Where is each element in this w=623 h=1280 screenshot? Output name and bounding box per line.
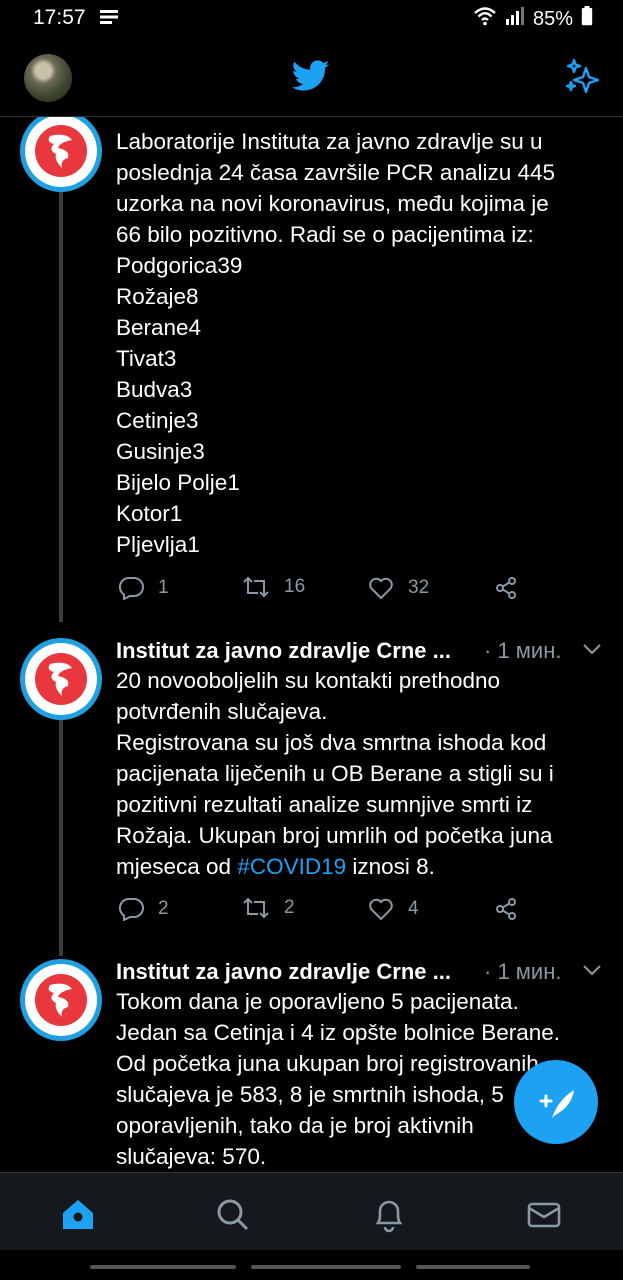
- retweet-count: 16: [284, 576, 306, 597]
- twitter-bird-icon[interactable]: [291, 60, 330, 97]
- retweet-button[interactable]: 16: [242, 576, 305, 598]
- messages-icon[interactable]: [524, 1195, 564, 1235]
- gesture-pill[interactable]: [251, 1265, 401, 1269]
- tweet-text-fragment: mjeseca od: [116, 854, 238, 879]
- tweet-line: 66 bilo pozitivno. Radi se o pacijentima…: [116, 222, 534, 247]
- tweet-header: Institut za javno zdravlje Crne ...: [116, 959, 451, 985]
- gesture-pill[interactable]: [416, 1265, 530, 1269]
- tweet-line: Registrovana su još dva smrtna ishoda ko…: [116, 730, 547, 755]
- reply-count: 1: [158, 577, 169, 598]
- tweet-actions: 2 2 4: [116, 897, 536, 927]
- author-avatar[interactable]: [20, 110, 102, 192]
- retweet-button[interactable]: 2: [242, 897, 295, 919]
- notification-icon: [100, 10, 118, 29]
- tweet-header: Institut za javno zdravlje Crne ...: [116, 638, 451, 664]
- hashtag-link[interactable]: #COVID19: [237, 854, 346, 879]
- thread-line: [59, 192, 63, 622]
- tweet-text: Laboratorije Instituta za javno zdravlje…: [116, 126, 601, 560]
- retweet-count: 2: [284, 897, 295, 918]
- reply-button[interactable]: 1: [118, 576, 169, 600]
- notifications-icon[interactable]: [369, 1195, 409, 1235]
- tweet-line: Kotor1: [116, 501, 183, 526]
- wifi-icon: [473, 6, 497, 32]
- chevron-down-icon[interactable]: [582, 642, 602, 661]
- tweet-text-fragment: iznosi 8.: [346, 854, 435, 879]
- like-count: 4: [408, 898, 419, 919]
- tweet-actions: 1 16 32: [116, 576, 536, 606]
- compose-tweet-button[interactable]: [514, 1060, 598, 1144]
- author-avatar[interactable]: [20, 959, 102, 1041]
- tweet[interactable]: Laboratorije Instituta za javno zdravlje…: [0, 100, 623, 622]
- profile-avatar[interactable]: [24, 54, 72, 102]
- tweet-line: Bijelo Polje1: [116, 470, 240, 495]
- tweet-line: Cetinje3: [116, 408, 199, 433]
- reply-count: 2: [158, 898, 169, 919]
- search-icon[interactable]: [213, 1195, 253, 1235]
- tweet-line: Tivat3: [116, 346, 177, 371]
- tweet-line: pozitivni rezultati analize sumnjive smr…: [116, 792, 533, 817]
- tweet-line: slučajeva: 570.: [116, 1144, 267, 1169]
- sparkle-icon[interactable]: [565, 58, 603, 101]
- tweet-line: mjeseca od #COVID19 iznosi 8.: [116, 851, 601, 882]
- like-button[interactable]: 4: [368, 897, 419, 921]
- status-bar: 17:57 85%: [0, 0, 623, 38]
- tweet-line: Podgorica39: [116, 253, 243, 278]
- tweet-line: Jedan sa Cetinja i 4 iz opšte bolnice Be…: [116, 1020, 561, 1045]
- gesture-pill[interactable]: [90, 1265, 236, 1269]
- author-avatar[interactable]: [20, 638, 102, 720]
- author-name[interactable]: Institut za javno zdravlje Crne ...: [116, 638, 451, 663]
- like-button[interactable]: 32: [368, 576, 429, 600]
- tweet-text: 20 novooboljelih su kontakti prethodno p…: [116, 665, 601, 882]
- tweet-line: Rožaja. Ukupan broj umrlih od početka ju…: [116, 823, 553, 848]
- tweet-line: Gusinje3: [116, 439, 205, 464]
- status-time: 17:57: [33, 6, 86, 29]
- chevron-down-icon[interactable]: [582, 963, 602, 982]
- battery-percent: 85%: [532, 7, 573, 30]
- home-icon[interactable]: [58, 1195, 98, 1235]
- tweet-line: potvrđenih slučajeva.: [116, 699, 328, 724]
- share-button[interactable]: [494, 897, 518, 921]
- tweet-time: · 1 мин.: [484, 638, 562, 663]
- tweet-line: poslednja 24 časa završile PCR analizu 4…: [116, 160, 556, 185]
- signal-icon: [505, 6, 525, 32]
- top-bar: [0, 38, 623, 117]
- battery-icon: [581, 6, 593, 32]
- reply-button[interactable]: 2: [118, 897, 169, 921]
- tweet-time: · 1 мин.: [484, 959, 562, 984]
- tweet-line: pacijenata liječenih u OB Berane a stigl…: [116, 761, 554, 786]
- tweet[interactable]: Institut za javno zdravlje Crne ... · 1 …: [0, 636, 623, 956]
- tweet-line: Pljevlja1: [116, 532, 200, 557]
- author-name[interactable]: Institut za javno zdravlje Crne ...: [116, 959, 451, 984]
- tweet-line: Budva3: [116, 377, 193, 402]
- tweet-line: Tokom dana je oporavljeno 5 pacijenata.: [116, 989, 519, 1014]
- tweet-line: Berane4: [116, 315, 202, 340]
- tweet-line: 20 novooboljelih su kontakti prethodno: [116, 668, 501, 693]
- status-icons: 85%: [473, 6, 593, 32]
- tweet-line: Rožaje8: [116, 284, 199, 309]
- like-count: 32: [408, 577, 430, 598]
- tweet-line: uzorka na novi koronavirus, među kojima …: [116, 191, 549, 216]
- compose-feather-icon: [539, 1090, 574, 1118]
- thread-line: [59, 720, 63, 956]
- tweet-line: Laboratorije Instituta za javno zdravlje…: [116, 129, 543, 154]
- gesture-bar: [0, 1250, 623, 1280]
- bottom-nav: [0, 1172, 623, 1251]
- share-button[interactable]: [494, 576, 518, 600]
